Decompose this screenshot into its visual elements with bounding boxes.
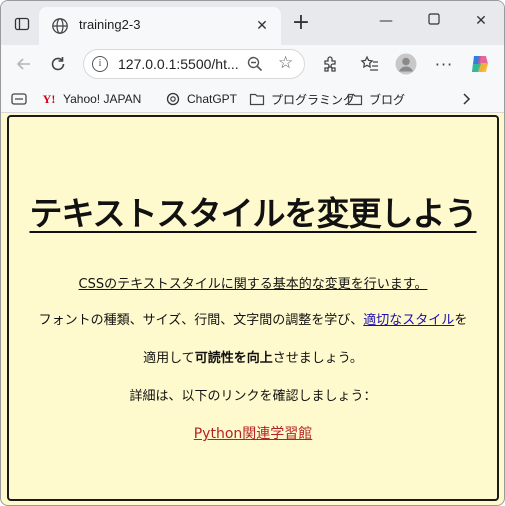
python-link-row: Python関連学習館 bbox=[9, 423, 497, 443]
details-text: 詳細は、以下のリンクを確認しましょう： bbox=[129, 389, 377, 404]
paragraph-line-3: 適用して可読性を向上させましょう。 bbox=[9, 347, 497, 366]
readability-bold-text: 可読性を向上 bbox=[194, 351, 273, 366]
profile-avatar-icon[interactable] bbox=[395, 53, 417, 75]
tab-training2-3[interactable]: training2-3 ✕ bbox=[39, 7, 281, 45]
favorites-icon[interactable] bbox=[359, 53, 381, 75]
chatgpt-icon bbox=[165, 92, 181, 106]
extensions-icon[interactable] bbox=[319, 53, 341, 75]
bookmarks-overflow-chevron-icon[interactable] bbox=[461, 90, 471, 108]
new-tab-icon[interactable]: + bbox=[291, 12, 311, 34]
tab-actions-icon[interactable] bbox=[9, 11, 35, 37]
line2-tail-text: を bbox=[454, 313, 468, 328]
line2-text: フォントの種類、サイズ、行間、文字間の調整を学び、 bbox=[38, 313, 364, 328]
page-content: テキストスタイルを変更しよう CSSのテキストスタイルに関する基本的な変更を行い… bbox=[7, 115, 499, 501]
bookmark-chatgpt[interactable]: ChatGPT bbox=[165, 90, 237, 108]
line3-tail-text: させましょう。 bbox=[272, 351, 363, 366]
paragraph-line-2: フォントの種類、サイズ、行間、文字間の調整を学び、適切なスタイルを bbox=[9, 309, 497, 328]
minimize-icon[interactable]: — bbox=[376, 13, 396, 33]
url-text[interactable]: 127.0.0.1:5500/ht... bbox=[118, 56, 239, 72]
tab-title: training2-3 bbox=[79, 17, 141, 32]
reload-icon[interactable] bbox=[47, 53, 69, 75]
close-tab-icon[interactable]: ✕ bbox=[253, 17, 271, 35]
maximize-icon[interactable] bbox=[424, 13, 444, 33]
bookmark-yahoo[interactable]: Y! Yahoo! JAPAN bbox=[41, 90, 142, 108]
site-info-icon[interactable]: i bbox=[92, 56, 108, 72]
bookmark-label: ChatGPT bbox=[187, 92, 238, 106]
toolbar: i 127.0.0.1:5500/ht... ☆ ··· bbox=[1, 45, 504, 83]
bookmark-programming-folder[interactable]: プログラミング bbox=[249, 90, 355, 108]
bookmark-blog-folder[interactable]: ブログ bbox=[347, 90, 405, 108]
globe-icon bbox=[51, 17, 69, 35]
bookmarks-toggle-icon[interactable] bbox=[11, 90, 27, 108]
more-menu-icon[interactable]: ··· bbox=[433, 53, 455, 75]
close-window-icon[interactable]: ✕ bbox=[471, 13, 491, 33]
bookmark-label: Yahoo! JAPAN bbox=[63, 92, 142, 106]
proper-style-link[interactable]: 適切なスタイル bbox=[363, 313, 454, 328]
folder-icon bbox=[347, 92, 363, 106]
copilot-icon[interactable] bbox=[469, 53, 491, 75]
line3-text: 適用して bbox=[143, 351, 195, 366]
folder-icon bbox=[249, 92, 265, 106]
back-icon[interactable] bbox=[13, 53, 35, 75]
address-bar[interactable]: i 127.0.0.1:5500/ht... ☆ bbox=[83, 49, 305, 79]
page-heading: テキストスタイルを変更しよう bbox=[29, 194, 477, 233]
bookmarks-bar: Y! Yahoo! JAPAN ChatGPT プログラミング ブログ bbox=[1, 83, 504, 113]
bookmark-label: ブログ bbox=[369, 92, 406, 107]
zoom-icon[interactable] bbox=[246, 55, 264, 73]
python-learning-link[interactable]: Python関連学習館 bbox=[194, 426, 313, 442]
bookmark-label: プログラミング bbox=[271, 92, 356, 107]
favorite-star-icon[interactable]: ☆ bbox=[278, 53, 293, 73]
yahoo-icon: Y! bbox=[42, 91, 56, 106]
browser-window: training2-3 ✕ + — ✕ i 127.0.0.1:5500/ht.… bbox=[0, 0, 505, 506]
intro-text: CSSのテキストスタイルに関する基本的な変更を行います。 bbox=[78, 277, 428, 292]
tab-strip: training2-3 ✕ + — ✕ bbox=[1, 1, 504, 45]
